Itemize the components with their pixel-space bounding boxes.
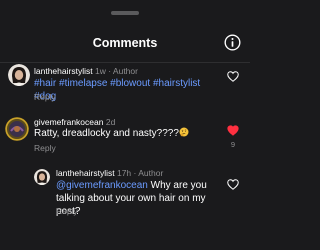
reply-button[interactable]: Reply: [56, 206, 78, 216]
reply-button[interactable]: Reply: [34, 143, 56, 153]
thinking-face-icon: [179, 127, 189, 137]
comment-text[interactable]: Ratty, dreadlocky and nasty????: [34, 127, 224, 140]
avatar[interactable]: [34, 169, 50, 185]
sheet-drag-handle[interactable]: [111, 11, 139, 15]
mention-link[interactable]: @givemefrankocean: [56, 180, 148, 191]
comment-author: lanthehairstylist 1w · Author: [34, 66, 138, 76]
comment-meta: 1w · Author: [94, 66, 138, 76]
comment-body: Ratty, dreadlocky and nasty????: [34, 128, 179, 139]
comment-meta: 2d: [105, 117, 116, 127]
comment-text[interactable]: #hair #timelapse #blowout #hairstylist #…: [34, 77, 224, 103]
avatar[interactable]: [5, 117, 29, 141]
comment-text[interactable]: @givemefrankocean Why are you talking ab…: [56, 179, 221, 218]
heart-icon[interactable]: [227, 71, 239, 82]
info-icon[interactable]: [224, 34, 241, 51]
heart-icon[interactable]: [227, 179, 239, 190]
comment-author: lanthehairstylist 17h · Author: [56, 168, 163, 178]
username[interactable]: lanthehairstylist: [34, 66, 93, 76]
comment-meta: 17h · Author: [116, 168, 164, 178]
like-count: 9: [230, 140, 236, 149]
avatar[interactable]: [8, 64, 30, 86]
username[interactable]: givemefrankocean: [34, 117, 103, 127]
comment-author: givemefrankocean 2d: [34, 117, 115, 127]
username[interactable]: lanthehairstylist: [56, 168, 115, 178]
reply-button[interactable]: Reply: [34, 92, 56, 102]
heart-icon[interactable]: [227, 125, 239, 136]
comments-header: Comments: [0, 0, 250, 63]
page-title: Comments: [92, 36, 158, 50]
